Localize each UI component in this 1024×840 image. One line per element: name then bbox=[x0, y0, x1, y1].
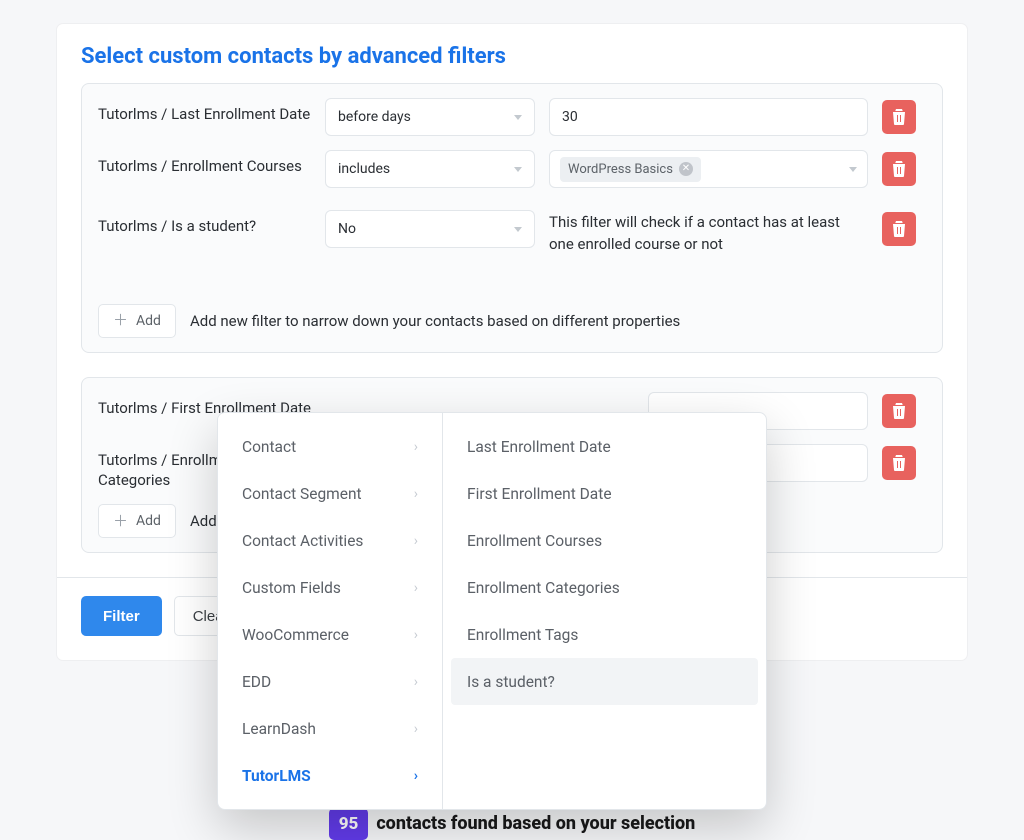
dropdown-category-item[interactable]: Contact Segment› bbox=[218, 470, 442, 517]
dropdown-option-item[interactable]: First Enrollment Date bbox=[443, 470, 766, 517]
dropdown-category-item[interactable]: Custom Fields› bbox=[218, 564, 442, 611]
value-input[interactable]: 30 bbox=[549, 98, 868, 136]
remove-tag-icon[interactable]: ✕ bbox=[679, 162, 693, 176]
filter-label: Tutorlms / Enrollment Courses bbox=[98, 150, 311, 176]
dropdown-option-item[interactable]: Is a student? bbox=[451, 658, 758, 705]
filter-button[interactable]: Filter bbox=[81, 596, 162, 636]
dropdown-option-column: Last Enrollment DateFirst Enrollment Dat… bbox=[443, 413, 766, 809]
filter-label: Tutorlms / Last Enrollment Date bbox=[98, 98, 311, 124]
tag-chip-label: WordPress Basics bbox=[568, 162, 673, 177]
dropdown-option-item[interactable]: Enrollment Courses bbox=[443, 517, 766, 564]
operator-select[interactable]: No bbox=[325, 210, 535, 248]
filter-note: This filter will check if a contact has … bbox=[549, 210, 868, 256]
trash-icon bbox=[892, 109, 906, 125]
tag-chip: WordPress Basics ✕ bbox=[560, 157, 701, 182]
multiselect-input[interactable]: WordPress Basics ✕ bbox=[549, 150, 868, 188]
trash-icon bbox=[892, 221, 906, 237]
dropdown-category-column: Contact›Contact Segment›Contact Activiti… bbox=[218, 413, 443, 809]
filter-label: Tutorlms / Is a student? bbox=[98, 210, 311, 236]
delete-button[interactable] bbox=[882, 212, 916, 246]
add-filter-hint: Add new filter to narrow down your conta… bbox=[190, 312, 680, 330]
dropdown-category-item[interactable]: EDD› bbox=[218, 658, 442, 705]
result-summary: 95contacts found based on your selection bbox=[0, 808, 1024, 840]
operator-select[interactable]: before days bbox=[325, 98, 535, 136]
dropdown-option-item[interactable]: Last Enrollment Date bbox=[443, 423, 766, 470]
dropdown-category-item[interactable]: Contact Activities› bbox=[218, 517, 442, 564]
operator-value: includes bbox=[338, 161, 390, 177]
trash-icon bbox=[892, 455, 906, 471]
add-button-label: Add bbox=[136, 313, 161, 329]
delete-button[interactable] bbox=[882, 394, 916, 428]
chevron-down-icon bbox=[849, 167, 857, 172]
plus-icon: ＋ bbox=[113, 313, 128, 328]
dropdown-category-item[interactable]: TutorLMS› bbox=[218, 752, 442, 799]
delete-button[interactable] bbox=[882, 446, 916, 480]
trash-icon bbox=[892, 161, 906, 177]
add-filter-button[interactable]: ＋ Add bbox=[98, 304, 176, 338]
page-title: Select custom contacts by advanced filte… bbox=[81, 44, 943, 69]
dropdown-category-item[interactable]: LearnDash› bbox=[218, 705, 442, 752]
chevron-down-icon bbox=[514, 227, 522, 232]
dropdown-option-item[interactable]: Enrollment Tags bbox=[443, 611, 766, 658]
dropdown-option-item[interactable]: Enrollment Categories bbox=[443, 564, 766, 611]
filter-row: Tutorlms / Enrollment Courses includes W… bbox=[98, 150, 926, 188]
dropdown-category-item[interactable]: WooCommerce› bbox=[218, 611, 442, 658]
chevron-down-icon bbox=[514, 115, 522, 120]
add-filter-line: ＋ Add Add new filter to narrow down your… bbox=[98, 304, 926, 338]
operator-value: before days bbox=[338, 109, 411, 125]
filter-property-dropdown: Contact›Contact Segment›Contact Activiti… bbox=[217, 412, 767, 810]
add-filter-button[interactable]: ＋ Add bbox=[98, 504, 176, 538]
filter-row: Tutorlms / Last Enrollment Date before d… bbox=[98, 98, 926, 136]
trash-icon bbox=[892, 403, 906, 419]
operator-select[interactable]: includes bbox=[325, 150, 535, 188]
chevron-down-icon bbox=[514, 167, 522, 172]
result-count-badge: 95 bbox=[329, 808, 369, 840]
delete-button[interactable] bbox=[882, 100, 916, 134]
plus-icon: ＋ bbox=[113, 514, 128, 529]
filter-row: Tutorlms / Is a student? No This filter … bbox=[98, 210, 926, 256]
add-button-label: Add bbox=[136, 513, 161, 529]
dropdown-category-item[interactable]: Contact› bbox=[218, 423, 442, 470]
operator-value: No bbox=[338, 221, 356, 237]
filter-group-1: Tutorlms / Last Enrollment Date before d… bbox=[81, 83, 943, 353]
delete-button[interactable] bbox=[882, 152, 916, 186]
